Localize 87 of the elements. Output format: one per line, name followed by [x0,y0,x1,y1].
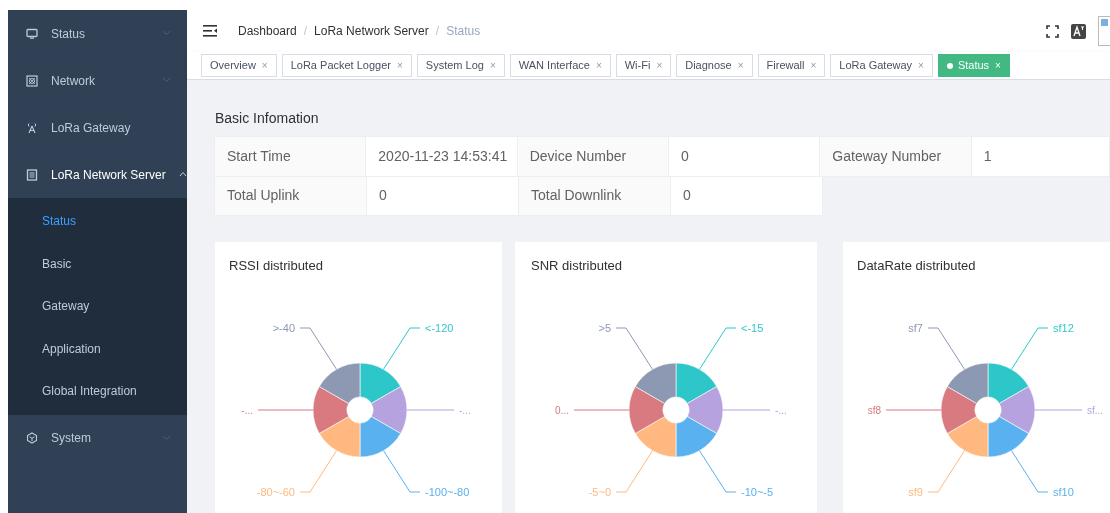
tab[interactable]: System Log × [416,54,505,77]
submenu-item[interactable]: Basic [8,242,187,285]
tab[interactable]: LoRa Packet Logger × [281,54,412,77]
slice-label: <-15 [741,321,764,334]
submenu-item[interactable]: Global Integration [8,370,187,413]
translate-icon[interactable] [1071,23,1086,39]
slice-label: >-40 [272,321,295,334]
leader-line [573,409,630,410]
leader-line [299,327,337,370]
breadcrumb-link[interactable]: Dashboard [238,22,297,40]
breadcrumb-current: Status [446,23,481,40]
chart-title: DataRate distributed [856,257,977,275]
leader-line [1034,409,1083,410]
field-label: Total Downlink [518,175,671,216]
leader-line [615,449,653,492]
field-value: 0 [670,175,823,216]
slice-label: sf12 [1053,321,1074,334]
network-icon [26,74,38,87]
submenu-item[interactable]: Gateway [8,285,187,328]
breadcrumb-link[interactable]: LoRa Network Server [314,22,429,40]
leader-line [927,327,965,370]
sidebar-item[interactable]: LoRa Gateway [8,104,187,151]
sidebar-item[interactable]: System [8,414,187,462]
slice-label: -10~-5 [741,485,774,498]
slice-label: >5 [598,321,611,334]
sidebar-item-label: Network [51,72,95,90]
slice-label: -... [241,404,253,416]
monitor-icon [26,27,38,40]
chart-title: RSSI distributed [228,257,324,275]
tab[interactable]: Wi-Fi × [615,54,672,77]
field-value: 0 [366,175,519,216]
slice-label: sf9 [908,485,923,498]
tab[interactable]: Diagnose × [676,54,753,77]
sidebar-item[interactable]: LoRa Network Server [8,151,187,198]
sidebar-item[interactable]: Network [8,57,187,104]
leader-line [927,449,965,492]
server-icon [26,168,38,181]
sidebar-item[interactable]: Status [8,10,187,57]
slice-label: -... [775,404,787,416]
leader-line [722,409,771,410]
sidebar-item-label: LoRa Network Server [51,166,166,184]
slice-label: sf7 [908,321,923,334]
slice-label: sf... [1087,404,1104,416]
slice-label: -... [459,404,471,416]
slice-label: -5~0 [588,485,611,498]
leader-line [257,409,314,410]
field-value: 2020-11-23 14:53:41 [365,136,518,177]
leader-line [1011,449,1049,492]
tab[interactable]: Firewall × [757,54,826,77]
tab[interactable]: WAN Interface × [509,54,611,77]
sidebar-item-label: LoRa Gateway [51,119,131,137]
breadcrumb-separator: / [303,23,308,40]
sidebar-item-label: System [51,430,91,447]
leader-line [615,327,653,370]
tab[interactable]: LoRa Gateway × [830,54,933,77]
slice-label: -100~-80 [425,485,470,498]
leader-line [1011,327,1049,370]
slice-label: -80~-60 [256,485,295,498]
leader-line [383,449,421,492]
leader-line [885,409,942,410]
leader-line [299,449,337,492]
field-value: 0 [668,136,821,177]
submenu-item[interactable]: Status [8,200,187,243]
submenu-item[interactable]: Application [8,327,187,370]
breadcrumb-separator: / [435,23,440,40]
cube-icon [26,432,38,444]
leader-line [383,327,421,370]
tab[interactable]: Overview × [201,54,277,77]
slice-label: sf10 [1053,485,1074,498]
field-label: Device Number [516,136,669,177]
field-label: Gateway Number [819,136,972,177]
slice-label: 0... [555,404,569,416]
leader-line [406,409,455,410]
field-label: Total Uplink [214,175,367,216]
leader-line [699,449,737,492]
antenna-icon [26,121,38,134]
field-value: 1 [970,136,1110,177]
fullscreen-icon[interactable] [1046,24,1059,38]
broken-image-icon [1098,16,1110,46]
slice-label: sf8 [867,404,881,416]
chart-title: SNR distributed [531,257,624,275]
section-title: Basic Infomation [215,109,320,128]
slice-label: <-120 [425,321,454,334]
leader-line [699,327,737,370]
field-label: Start Time [214,136,367,177]
menu-icon[interactable] [203,25,217,37]
sidebar-item-label: Status [51,25,86,43]
